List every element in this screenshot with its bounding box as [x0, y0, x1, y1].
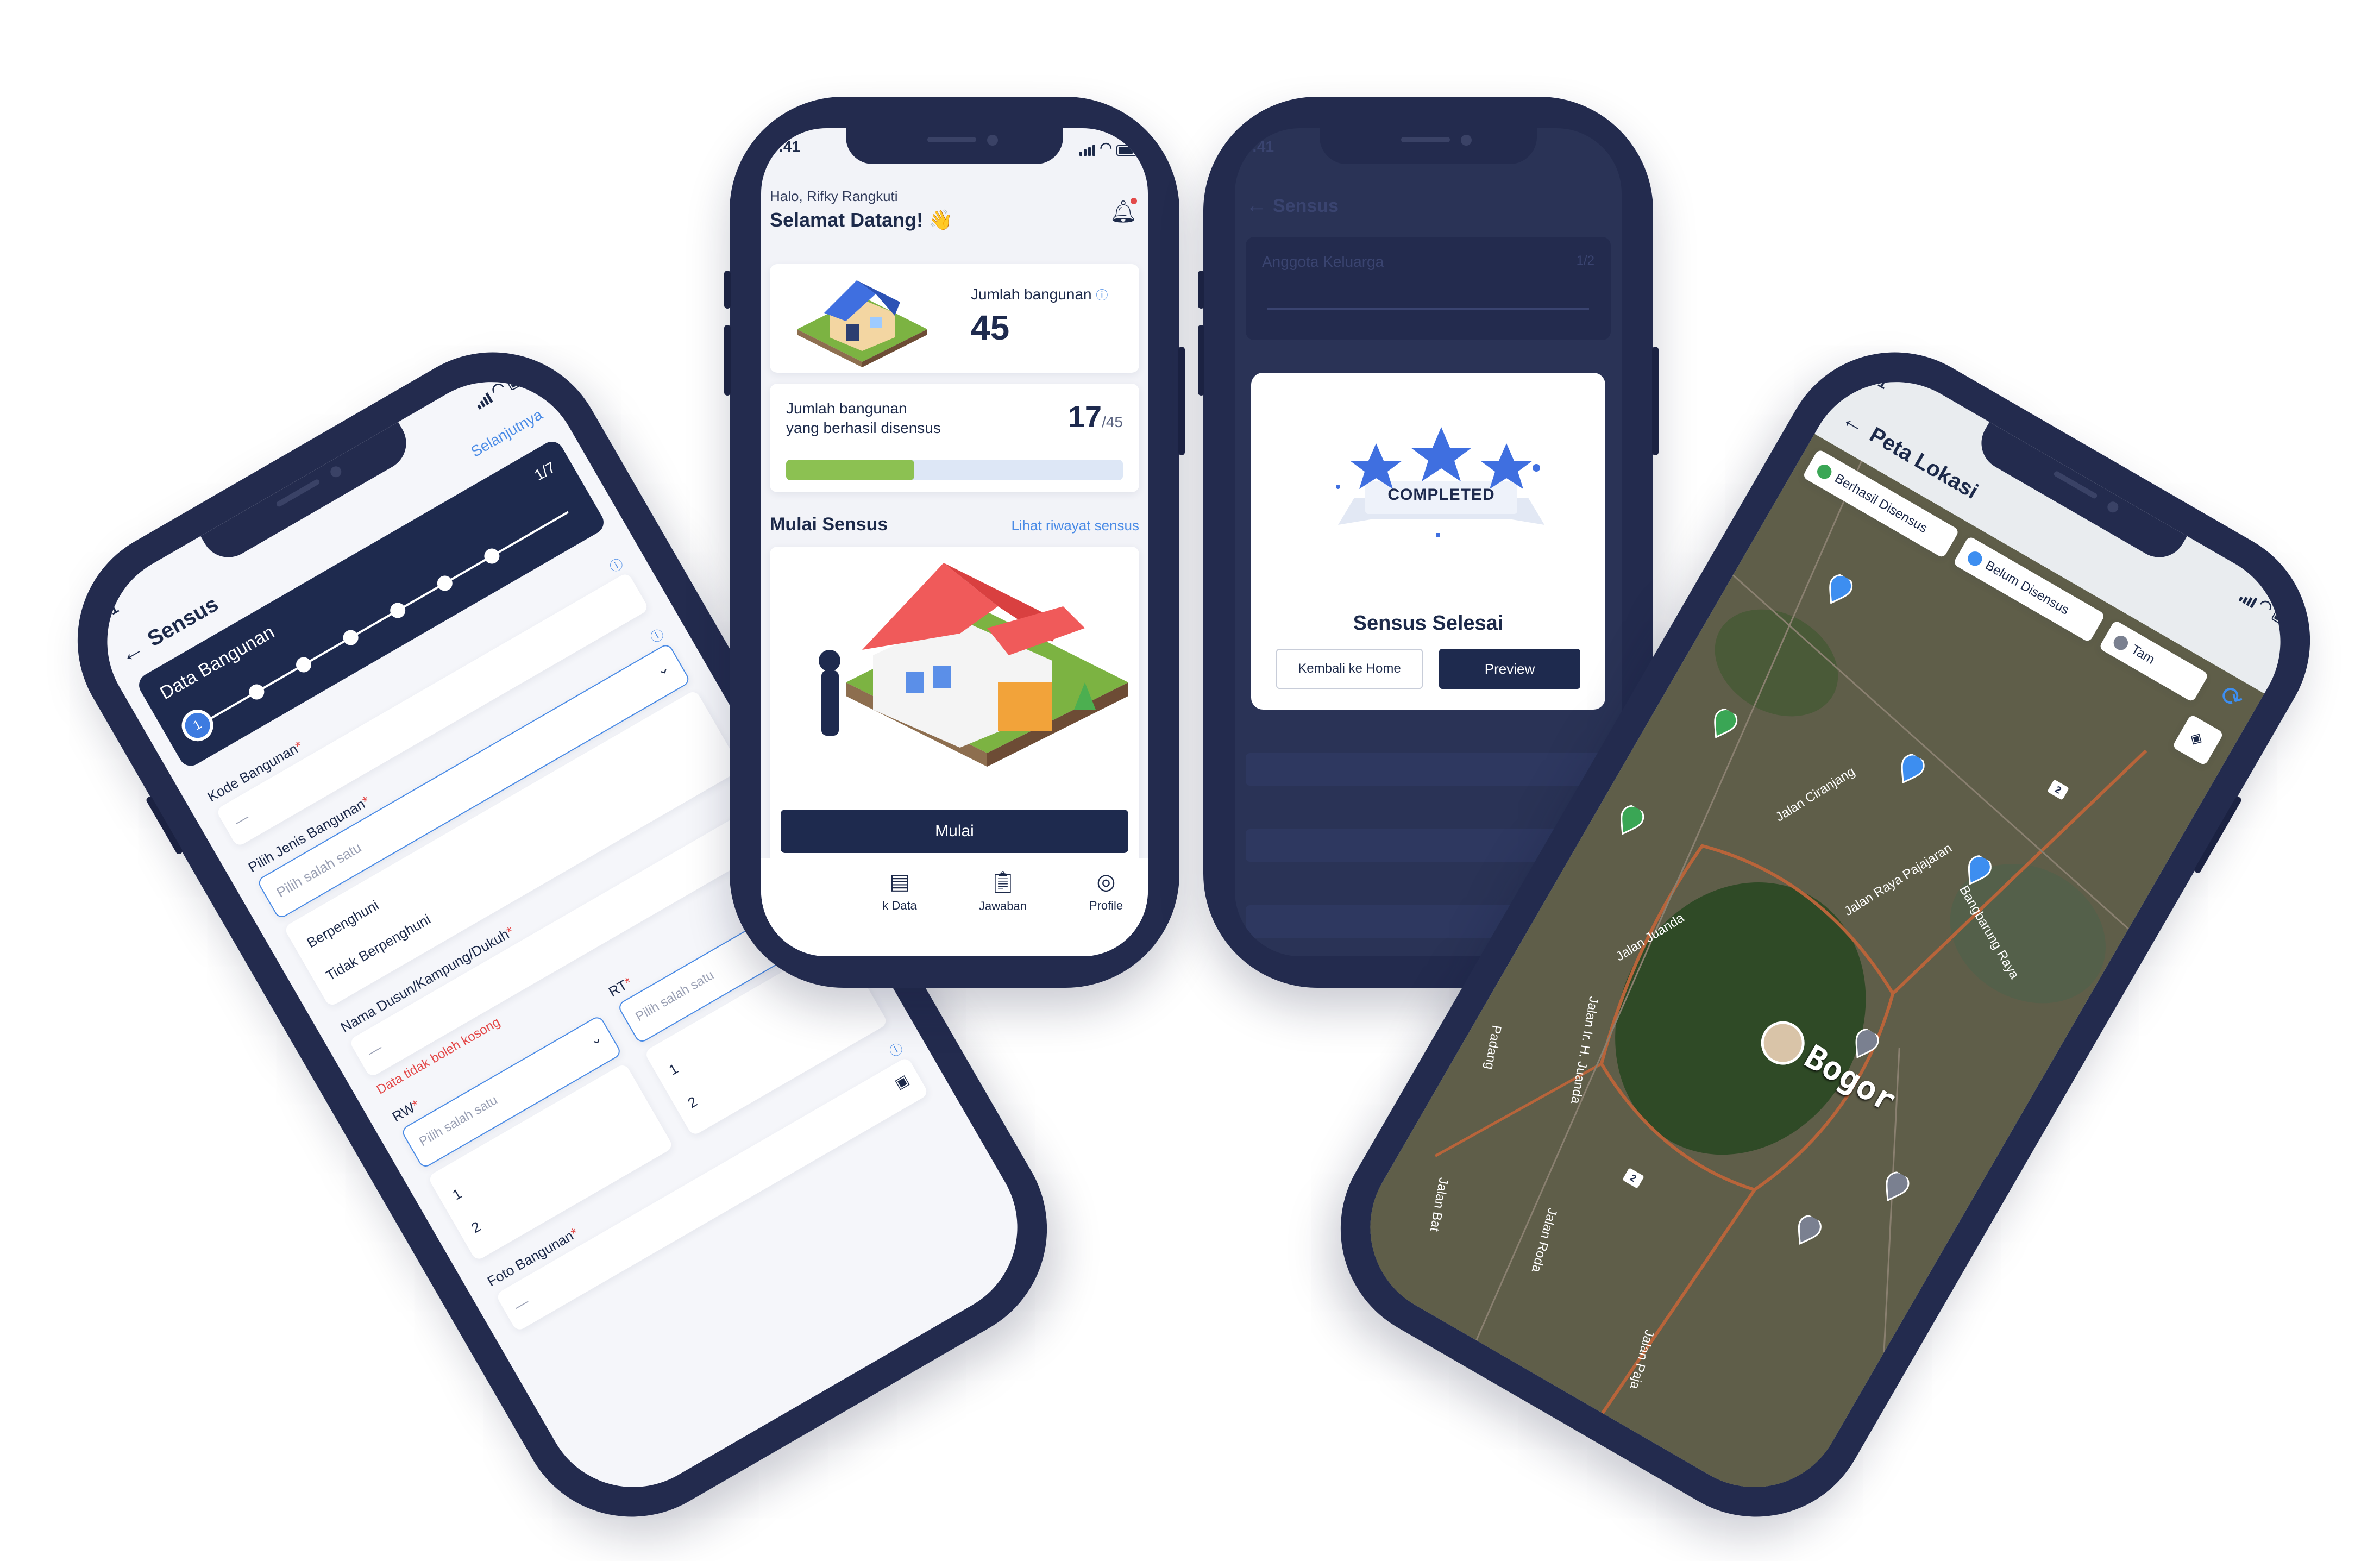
- history-link[interactable]: Lihat riwayat sensus: [1011, 517, 1139, 534]
- completed-modal: COMPLETED Sensus Selesai Kembali ke Home…: [1251, 373, 1605, 710]
- signal-icon: [1079, 145, 1096, 156]
- nav-item-data[interactable]: ▤ k Data: [859, 869, 940, 913]
- status-time: 9:41: [1856, 362, 1891, 392]
- step-2[interactable]: [246, 681, 267, 703]
- back-arrow-icon[interactable]: ←: [1246, 193, 1267, 218]
- stat2-label-2: yang berhasil disensus: [786, 419, 941, 436]
- house-large-illustration: [781, 547, 1128, 775]
- start-button[interactable]: Mulai: [781, 810, 1128, 853]
- stat2-value: 17/45: [1067, 399, 1123, 434]
- progress-track: [786, 460, 1123, 480]
- info-icon: ⓘ: [1096, 289, 1108, 302]
- greeting-text: Halo, Rifky Rangkuti: [770, 188, 898, 204]
- wifi-icon: ◠: [2256, 595, 2276, 617]
- camera-icon: ▣: [891, 1071, 912, 1092]
- phone-home: 9:41 ◠ Halo, Rifky Rangkuti Selamat Data…: [724, 97, 1185, 988]
- gray-pin-icon: ⬤: [2110, 631, 2133, 653]
- house-illustration: [781, 269, 944, 367]
- rw-option-2[interactable]: 2: [468, 1218, 483, 1237]
- wifi-icon: ◠: [1100, 139, 1112, 155]
- chevron-down-icon: ⌄: [652, 658, 673, 680]
- wifi-icon: ◠: [488, 378, 508, 399]
- blue-pin-icon: ⬤: [1964, 547, 1987, 569]
- stat-card-buildings: Jumlah bangunan ⓘ 45: [770, 264, 1139, 373]
- rt-option-2[interactable]: 2: [685, 1093, 700, 1112]
- signal-icon: [2238, 591, 2258, 609]
- info-icon: ⓘ: [887, 1040, 906, 1061]
- section-title: Mulai Sensus: [770, 514, 888, 535]
- badge-text: COMPLETED: [1387, 486, 1495, 504]
- back-home-button[interactable]: Kembali ke Home: [1276, 649, 1423, 689]
- completed-badge: COMPLETED: [1327, 422, 1555, 547]
- completed-title: Sensus Selesai: [1353, 612, 1504, 635]
- layers-icon: ◈: [2187, 727, 2207, 750]
- green-pin-icon: ⬤: [1814, 460, 1836, 482]
- rt-option-1[interactable]: 1: [666, 1060, 681, 1079]
- back-arrow-icon[interactable]: ←: [115, 634, 149, 669]
- step-7[interactable]: [481, 546, 503, 567]
- stat1-label: Jumlah bangunan ⓘ: [971, 286, 1108, 303]
- progress-fill: [786, 460, 914, 480]
- step-6[interactable]: [434, 573, 455, 594]
- step-5[interactable]: [387, 600, 409, 621]
- status-time: 9:41: [86, 599, 122, 629]
- clipboard-icon: 📋︎: [989, 870, 1017, 894]
- status-time: 9:41: [1244, 138, 1274, 155]
- preview-button[interactable]: Preview: [1439, 649, 1580, 689]
- start-census-card: Mulai: [770, 547, 1139, 873]
- stat1-value: 45: [971, 308, 1010, 347]
- step-3[interactable]: [293, 654, 315, 675]
- battery-icon: [1116, 145, 1137, 156]
- battery-icon: [506, 371, 530, 391]
- nav-item-profile[interactable]: ◎ Profile: [1065, 869, 1147, 913]
- user-icon: ◎: [1096, 870, 1116, 894]
- nav-item-jawaban[interactable]: 📋︎ Jawaban: [962, 869, 1044, 913]
- dim-header-title: Sensus: [1273, 196, 1339, 216]
- stat-card-progress: Jumlah bangunan yang berhasil disensus 1…: [770, 384, 1139, 492]
- signal-icon: [474, 392, 493, 410]
- notification-dot: [1131, 198, 1137, 204]
- rw-option-1[interactable]: 1: [449, 1185, 464, 1203]
- info-icon: ⓘ: [607, 556, 626, 576]
- back-arrow-icon[interactable]: ←: [1837, 404, 1872, 440]
- info-icon: ⓘ: [648, 626, 667, 647]
- status-time: 9:41: [770, 138, 801, 155]
- step-1-active[interactable]: 1: [176, 704, 219, 747]
- welcome-title: Selamat Datang! 👋: [770, 209, 953, 231]
- clipboard-list-icon: ▤: [889, 870, 910, 894]
- dim-field-card: Anggota Keluarga 1/2: [1246, 237, 1611, 340]
- battery-icon: [2271, 609, 2295, 630]
- home-screen: 9:41 ◠ Halo, Rifky Rangkuti Selamat Data…: [761, 128, 1148, 956]
- chevron-down-icon: ⌄: [586, 1029, 605, 1049]
- step-counter: 1/7: [531, 459, 558, 484]
- step-4[interactable]: [340, 627, 361, 648]
- stat2-label-1: Jumlah bangunan: [786, 400, 907, 417]
- bottom-nav: ▤ k Data 📋︎ Jawaban ◎ Profile: [761, 858, 1148, 956]
